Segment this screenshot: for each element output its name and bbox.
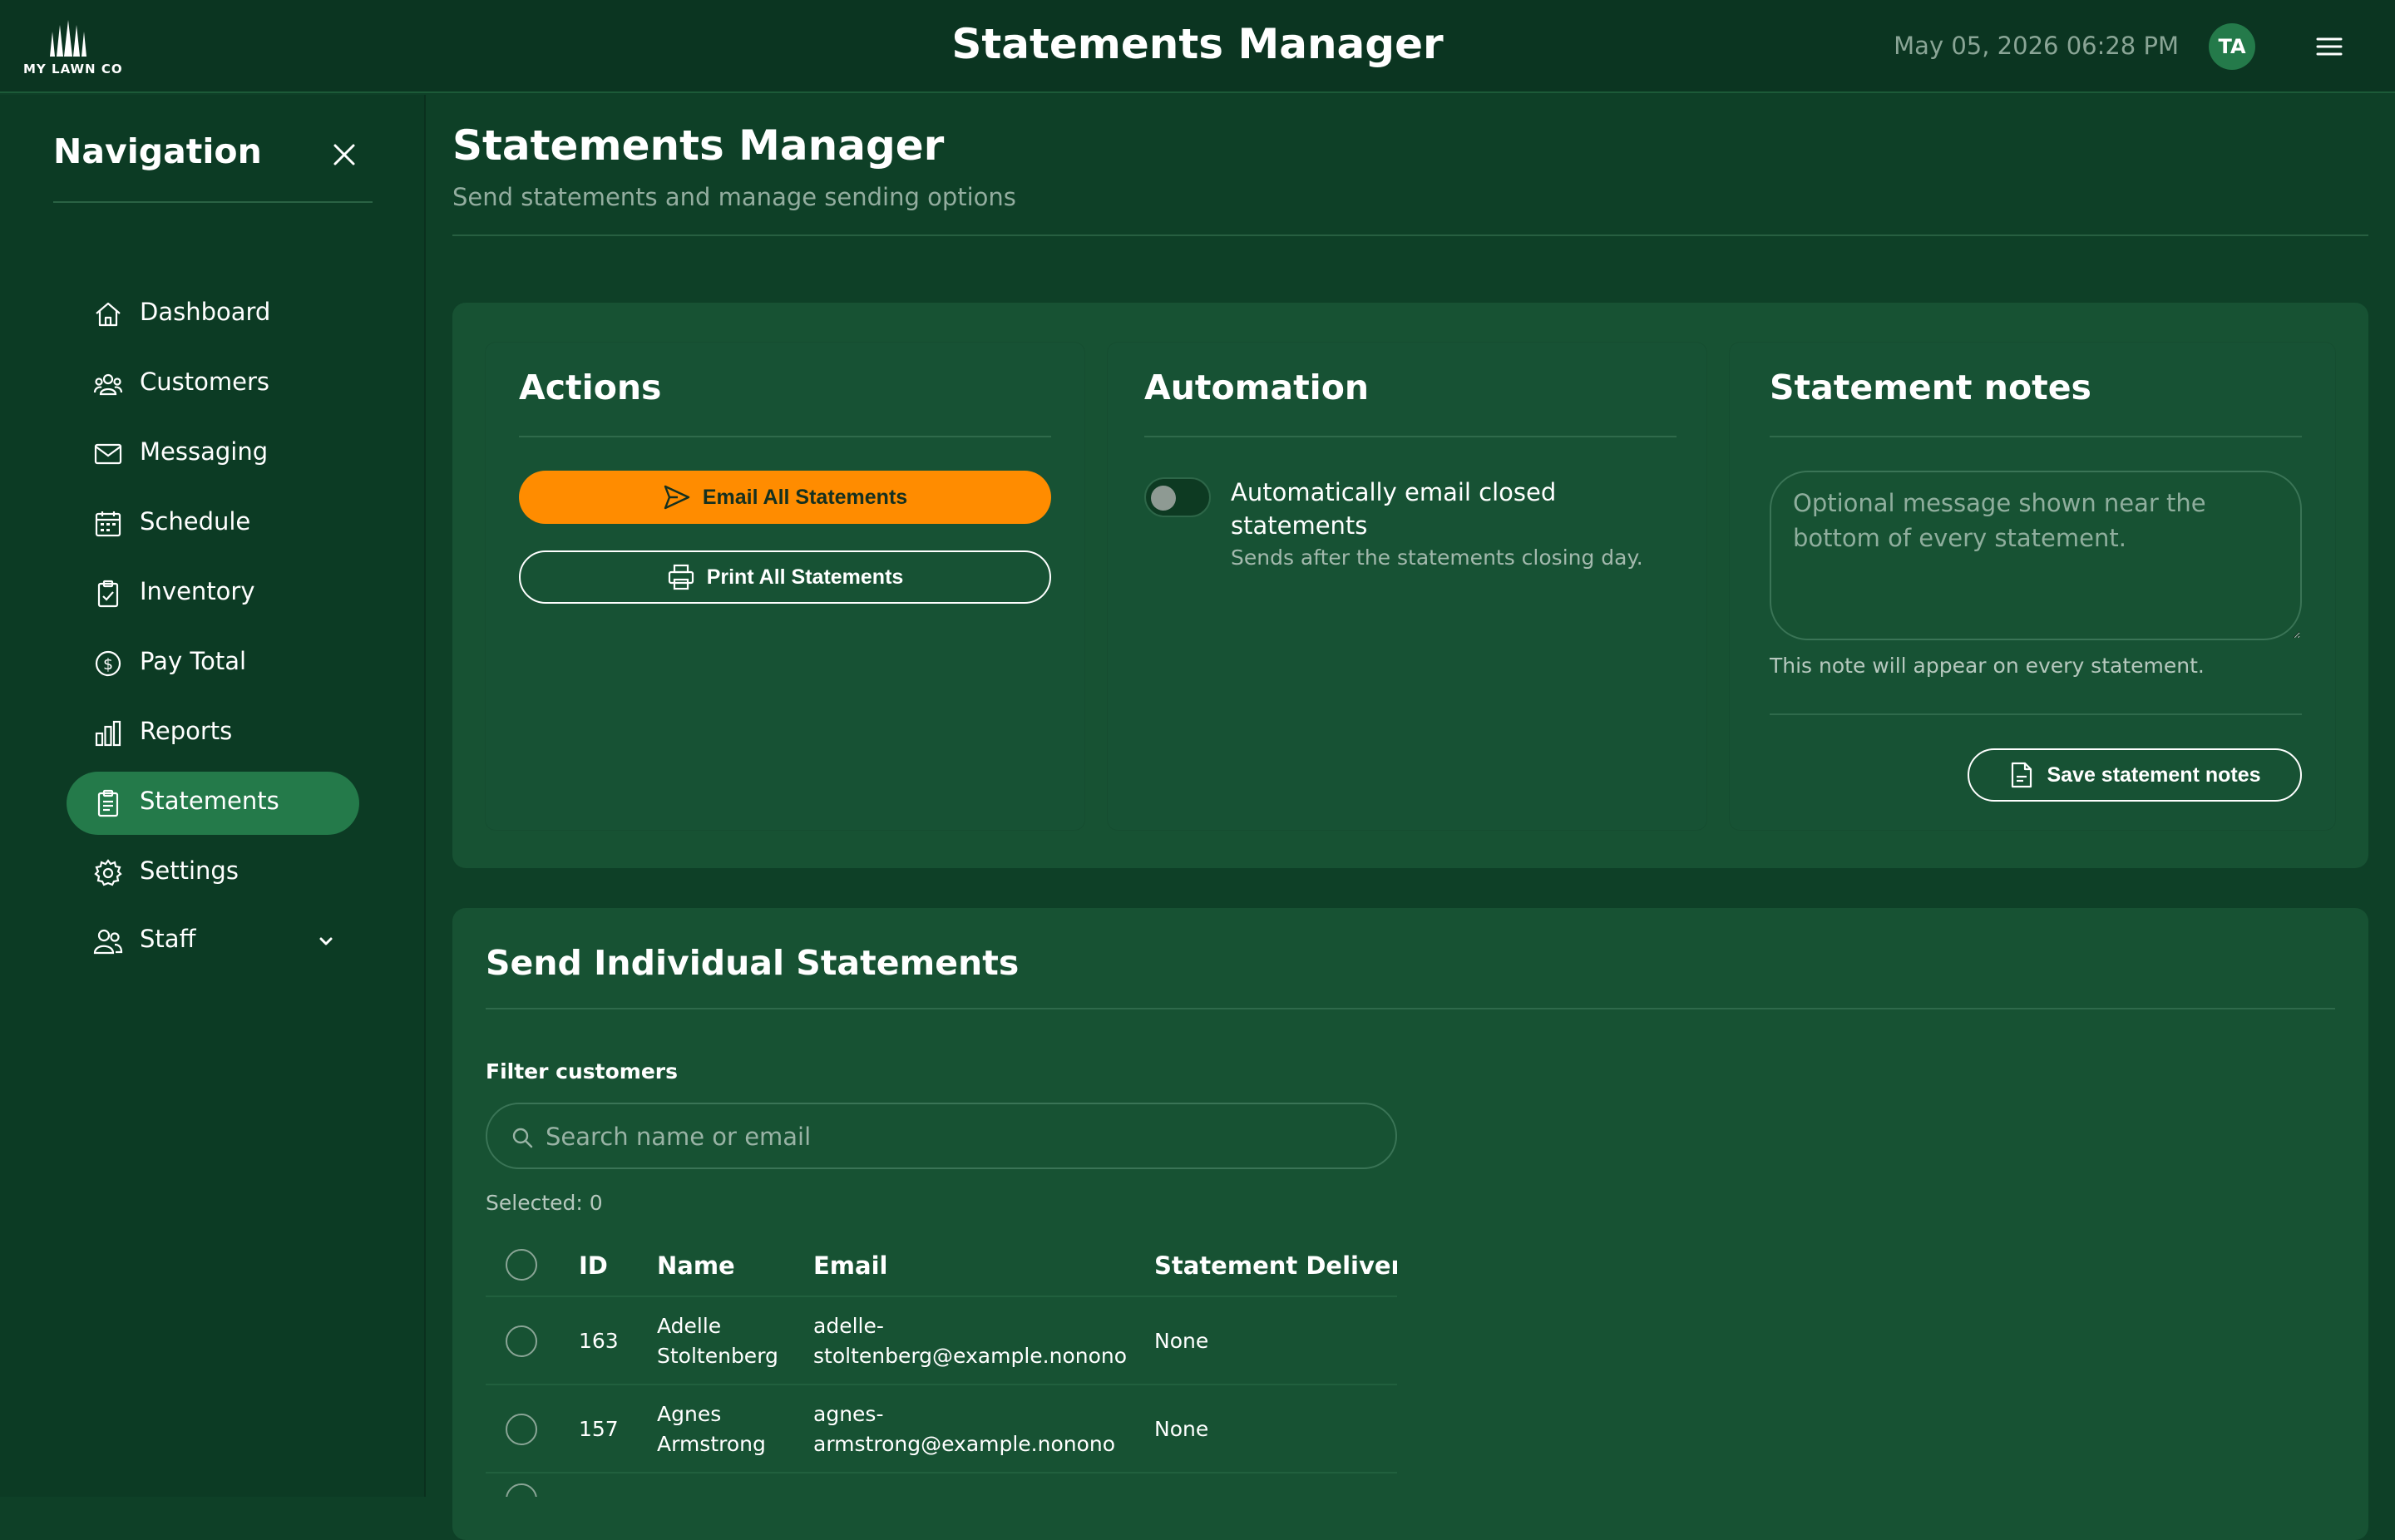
users-group-icon [93, 373, 123, 396]
notes-help-text: This note will appear on every statement… [1770, 654, 2205, 678]
sidebar-item-inventory[interactable]: Inventory [67, 562, 359, 625]
row-email: agnes-armstrong@example.nonono [813, 1402, 1116, 1456]
close-icon[interactable] [331, 141, 358, 168]
table-row[interactable]: 157 Agnes Armstrong agnes-armstrong@exam… [486, 1385, 1397, 1473]
search-icon [512, 1128, 533, 1148]
sidebar-divider [53, 201, 373, 203]
chevron-down-icon[interactable] [316, 931, 336, 951]
sidebar-item-label: Dashboard [140, 298, 271, 326]
row-delivery: None [1154, 1417, 1209, 1441]
row-select-radio[interactable] [506, 1483, 537, 1497]
print-all-statements-button[interactable]: Print All Statements [519, 550, 1051, 604]
bar-chart-icon [95, 720, 121, 747]
individual-section-title: Send Individual Statements [486, 943, 1020, 983]
svg-text:$: $ [103, 655, 113, 674]
sidebar-item-pay-total[interactable]: $ Pay Total [67, 632, 359, 695]
sidebar-item-staff[interactable]: Staff [67, 910, 359, 973]
gear-icon [94, 859, 122, 886]
clipboard-check-icon [97, 580, 119, 608]
column-header-name[interactable]: Name [657, 1251, 807, 1281]
sidebar-item-label: Inventory [140, 577, 255, 605]
save-notes-label: Save statement notes [2047, 763, 2261, 787]
notes-footer-divider [1770, 713, 2302, 715]
toggle-knob [1151, 486, 1176, 511]
customer-search-box[interactable] [486, 1103, 1397, 1169]
automation-title: Automation [1144, 368, 1370, 407]
page-title: Statements Manager [452, 121, 945, 170]
page-subtitle: Send statements and manage sending optio… [452, 183, 1016, 211]
select-all-radio[interactable] [506, 1249, 537, 1281]
user-avatar[interactable]: TA [2209, 23, 2255, 70]
actions-divider [519, 436, 1051, 437]
auto-email-label: Automatically email closed statements [1231, 478, 1557, 540]
printer-icon [668, 564, 694, 590]
sidebar-item-label: Messaging [140, 437, 269, 466]
auto-email-help: Sends after the statements closing day. [1231, 545, 1643, 570]
document-icon [2012, 762, 2032, 788]
row-id: 157 [579, 1417, 619, 1441]
sidebar-item-dashboard[interactable]: Dashboard [67, 283, 359, 346]
column-header-delivery[interactable]: Statement Delivery [1154, 1251, 1397, 1281]
customer-search-input[interactable] [546, 1116, 1369, 1157]
row-id: 163 [579, 1329, 619, 1353]
envelope-icon [94, 443, 122, 465]
automation-panel [1108, 343, 1706, 830]
hamburger-icon[interactable] [2315, 33, 2343, 60]
sidebar-item-label: Pay Total [140, 647, 247, 675]
clipboard-list-icon [97, 789, 119, 817]
notes-divider [1770, 436, 2302, 437]
home-icon [96, 302, 121, 327]
row-name: Agnes Armstrong [657, 1402, 766, 1456]
sidebar-item-label: Schedule [140, 507, 251, 536]
sidebar-item-messaging[interactable]: Messaging [67, 422, 359, 486]
sidebar-item-schedule[interactable]: Schedule [67, 492, 359, 555]
send-icon [664, 485, 690, 510]
filter-customers-label: Filter customers [486, 1059, 678, 1083]
actions-title: Actions [519, 368, 662, 407]
automation-divider [1144, 436, 1676, 437]
save-statement-notes-button[interactable]: Save statement notes [1968, 748, 2302, 802]
sidebar-item-customers[interactable]: Customers [67, 353, 359, 416]
calendar-icon [95, 511, 121, 537]
sidebar-item-reports[interactable]: Reports [67, 702, 359, 765]
sidebar-title: Navigation [53, 131, 262, 171]
selected-count: Selected: 0 [486, 1191, 603, 1215]
customers-table: ID Name Email Statement Delivery 163 Ade… [486, 1237, 1397, 1497]
sidebar-item-label: Reports [140, 717, 233, 745]
print-all-label: Print All Statements [706, 565, 904, 589]
sidebar-item-label: Staff [140, 925, 196, 953]
auto-email-toggle[interactable] [1144, 477, 1211, 517]
individual-section-divider [486, 1008, 2335, 1009]
page-divider [452, 234, 2368, 236]
column-header-email[interactable]: Email [813, 1251, 1146, 1281]
sidebar-item-label: Customers [140, 368, 269, 396]
sidebar: Navigation Dashboard Customers Messaging [0, 95, 426, 1497]
current-datetime: May 05, 2026 06:28 PM [1894, 32, 2179, 60]
column-header-id[interactable]: ID [579, 1251, 608, 1281]
row-delivery: None [1154, 1329, 1209, 1353]
table-row[interactable] [486, 1473, 1397, 1497]
sidebar-item-label: Statements [140, 787, 279, 815]
row-email: adelle-stoltenberg@example.nonono [813, 1314, 1128, 1368]
table-header-row: ID Name Email Statement Delivery [486, 1237, 1397, 1297]
people-icon [93, 929, 123, 955]
row-select-radio[interactable] [506, 1414, 537, 1445]
row-select-radio[interactable] [506, 1325, 537, 1357]
sidebar-item-label: Settings [140, 856, 239, 885]
row-name: Adelle Stoltenberg [657, 1314, 778, 1368]
dollar-circle-icon: $ [95, 650, 121, 677]
top-bar: MY LAWN CO Statements Manager May 05, 20… [0, 0, 2395, 93]
table-row[interactable]: 163 Adelle Stoltenberg adelle-stoltenber… [486, 1297, 1397, 1385]
statement-notes-textarea[interactable] [1770, 471, 2302, 640]
notes-title: Statement notes [1770, 368, 2091, 407]
sidebar-item-statements[interactable]: Statements [67, 772, 359, 835]
email-all-label: Email All Statements [702, 485, 908, 509]
email-all-statements-button[interactable]: Email All Statements [519, 471, 1051, 524]
sidebar-item-settings[interactable]: Settings [67, 842, 359, 905]
